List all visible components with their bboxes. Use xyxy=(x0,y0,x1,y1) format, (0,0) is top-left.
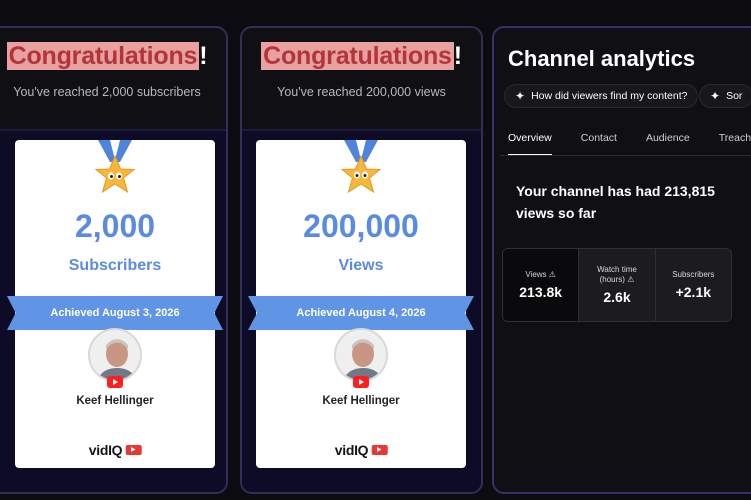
achieved-banner: Achieved August 4, 2026 xyxy=(248,296,474,330)
vidiq-logo: vidIQ xyxy=(334,442,369,458)
youtube-logo-icon: ▶ xyxy=(125,445,142,455)
stat-card-views[interactable]: Views ⚠ 213.8k xyxy=(503,249,580,321)
youtube-icon xyxy=(353,376,369,388)
channel-owner-name: Keef Hellinger xyxy=(76,395,154,407)
stat-card-subscribers[interactable]: Subscribers +2.1k xyxy=(655,249,731,321)
stat-value: 2.6k xyxy=(603,289,631,305)
views-summary: Your channel has had 213,815 views so fa… xyxy=(516,183,715,221)
tab-audience[interactable]: Audience xyxy=(646,132,690,156)
stat-value: +2.1k xyxy=(675,284,712,300)
milestone-card[interactable]: 200,000 Views Achieved August 4, 2026 Ke… xyxy=(248,140,474,468)
analytics-tabs: Overview Contact Audience Treach xyxy=(508,132,751,156)
medal-icon xyxy=(94,154,136,194)
stats-cards: Views ⚠ 213.8k Watch time (hours) ⚠ 2.6k… xyxy=(502,248,732,322)
chip-label: How did viewers find my content? xyxy=(531,90,688,102)
achieved-banner: Achieved August 3, 2026 xyxy=(7,296,223,330)
milestone-subtitle: You've reached 200,000 views xyxy=(277,85,446,99)
youtube-logo-icon: ▶ xyxy=(371,445,388,455)
milestone-metric-label: Views xyxy=(338,257,384,274)
stat-value: 213.8k xyxy=(519,284,563,300)
milestone-number: 200,000 xyxy=(303,208,419,244)
stat-label: Views ⚠ xyxy=(525,270,556,279)
congrats-heading: Congratulations! xyxy=(6,42,208,70)
milestone-card[interactable]: 2,000 Subscribers Achieved August 3, 202… xyxy=(7,140,223,468)
page-title: Channel analytics xyxy=(508,46,696,71)
chip-label: Sor xyxy=(726,90,743,102)
tab-overview[interactable]: Overview xyxy=(508,132,552,156)
channel-owner-name: Keef Hellinger xyxy=(322,395,400,407)
vidiq-logo: vidIQ xyxy=(88,442,123,458)
warning-icon: ⚠ xyxy=(548,270,556,279)
avatar xyxy=(88,328,142,382)
tab-reach[interactable]: Treach xyxy=(719,132,751,156)
milestone-number: 2,000 xyxy=(74,208,156,244)
milestone-panel-views: Congratulations! You've reached 200,000 … xyxy=(240,26,483,494)
stat-label: Subscribers xyxy=(672,270,715,279)
milestone-subtitle: You've reached 2,000 subscribers xyxy=(13,85,201,99)
sparkle-icon: ✦ xyxy=(710,89,721,103)
milestone-panel-subscribers: Congratulations! You've reached 2,000 su… xyxy=(0,26,228,494)
tab-contact[interactable]: Contact xyxy=(581,132,617,156)
suggestion-chip-viewers[interactable]: ✦ How did viewers find my content? xyxy=(504,84,699,108)
channel-analytics-panel: Channel analytics ✦ How did viewers find… xyxy=(492,26,751,494)
congrats-heading: Congratulations! xyxy=(261,42,462,70)
avatar xyxy=(334,328,388,382)
milestone-metric-label: Subscribers xyxy=(68,257,162,274)
suggestion-chip-more[interactable]: ✦ Sor xyxy=(699,84,751,108)
medal-icon xyxy=(340,154,382,194)
stat-card-watch-time[interactable]: Watch time (hours) ⚠ 2.6k xyxy=(579,249,656,321)
stat-label: Watch time (hours) ⚠ xyxy=(597,265,637,284)
youtube-icon xyxy=(107,376,123,388)
warning-icon: ⚠ xyxy=(627,275,635,284)
sparkle-icon: ✦ xyxy=(515,89,526,103)
tabs-divider xyxy=(500,155,751,156)
brand-logo: vidIQ ▶ xyxy=(335,442,388,458)
brand-logo: vidIQ ▶ xyxy=(89,442,142,458)
